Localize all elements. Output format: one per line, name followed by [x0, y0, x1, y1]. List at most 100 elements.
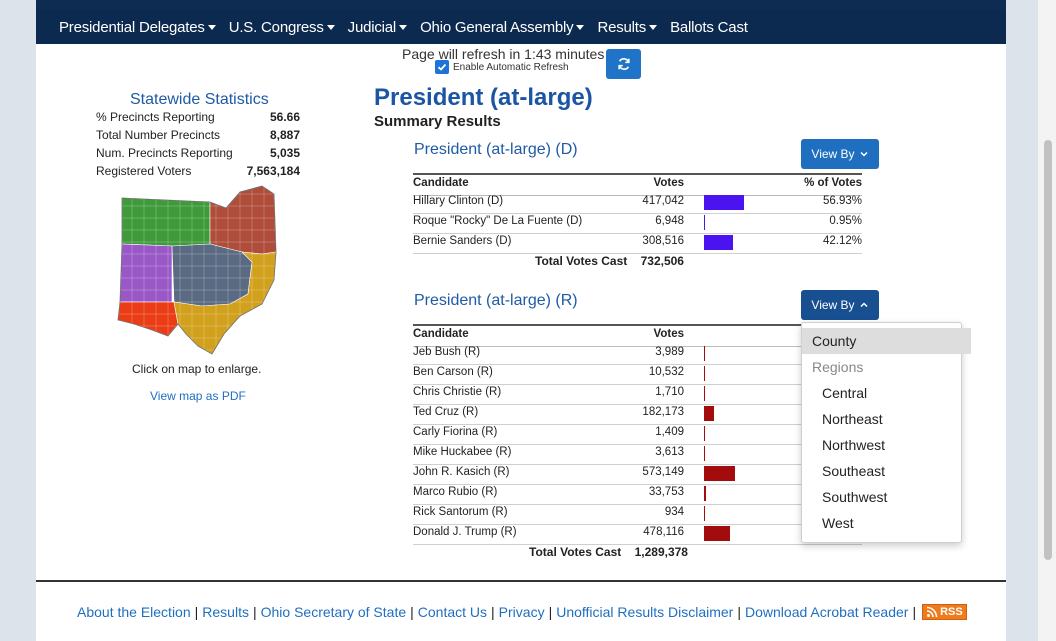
- candidate-pct: 42.12%: [822, 235, 862, 247]
- candidate-votes: 182,173: [642, 406, 684, 418]
- nav-item-label: Judicial: [347, 18, 397, 36]
- caret-down-icon: [649, 24, 658, 30]
- nav-item-ohio-general-assembly[interactable]: Ohio General Assembly: [420, 19, 585, 36]
- candidate-name: Bernie Sanders (D): [413, 235, 512, 247]
- rep-total-value: 1,289,378: [634, 545, 688, 559]
- footer-separator: |: [252, 604, 257, 620]
- nav-item-judicial[interactable]: Judicial: [347, 18, 408, 36]
- candidate-name: Ben Carson (R): [413, 366, 493, 378]
- footer-separator: |: [491, 604, 495, 620]
- view-by-dropdown-menu: County Regions Central Northeast Northwest So…: [801, 322, 971, 543]
- dropdown-group-header: Regions: [812, 359, 864, 375]
- rss-label: RSS: [940, 606, 963, 618]
- footer-link[interactable]: Ohio Secretary of State: [261, 604, 407, 620]
- scrollbar-thumb[interactable]: [1044, 140, 1052, 560]
- candidate-name: Ted Cruz (R): [413, 406, 479, 418]
- map-region-southwest[interactable]: [117, 301, 179, 337]
- vote-share-bar: [704, 406, 714, 421]
- candidate-header: Candidate: [413, 328, 469, 340]
- footer-separator: |: [912, 604, 917, 620]
- vote-share-bar: [704, 506, 705, 521]
- dropdown-option-northwest[interactable]: Northwest: [802, 432, 981, 458]
- candidate-votes: 3,613: [655, 446, 684, 458]
- rep-total: Total Votes Cast 1,289,378: [529, 545, 688, 559]
- stats-row: % Precincts Reporting 56.66: [96, 110, 300, 124]
- caret-down-icon: [207, 24, 216, 30]
- footer-link[interactable]: Results: [202, 604, 249, 620]
- candidate-name: Hillary Clinton (D): [413, 195, 504, 207]
- nav-item-u-s-congress[interactable]: U.S. Congress: [229, 19, 335, 36]
- dropdown-option-northeast[interactable]: Northeast: [802, 406, 981, 432]
- top-strip: [36, 0, 1006, 10]
- dropdown-option-central[interactable]: Central: [802, 380, 981, 406]
- footer-link[interactable]: About the Election: [77, 604, 191, 620]
- table-row: Rick Santorum (R) 934: [413, 504, 862, 525]
- stats-value: 56.66: [269, 110, 300, 124]
- nav-item-results[interactable]: Results: [597, 19, 658, 36]
- footer-separator: |: [410, 604, 414, 620]
- refresh-button[interactable]: [606, 49, 641, 79]
- nav-item-presidential-delegates[interactable]: Presidential Delegates: [59, 19, 216, 36]
- vote-share-bar: [704, 215, 705, 230]
- stats-value: 5,035: [269, 146, 300, 160]
- table-row: Ben Carson (R) 10,532: [413, 364, 862, 385]
- main-nav: Presidential Delegates U.S. Congress Judic…: [36, 10, 1006, 44]
- footer-divider: [36, 580, 1006, 582]
- votes-header: Votes: [653, 328, 684, 340]
- refresh-icon: [617, 58, 630, 70]
- table-row: Hillary Clinton (D) 417,042 56.93%: [413, 193, 862, 214]
- caret-down-icon: [576, 24, 585, 30]
- candidate-header: Candidate: [413, 177, 469, 189]
- rep-view-by-button[interactable]: View By: [801, 290, 879, 320]
- dem-view-by-button[interactable]: View By: [801, 139, 879, 169]
- candidate-name: Mike Huckabee (R): [413, 446, 512, 458]
- rep-section-title: President (at-large) (R): [414, 292, 578, 309]
- footer-link[interactable]: Download Acrobat Reader: [745, 604, 908, 620]
- vote-share-bar: [704, 235, 733, 250]
- candidate-votes: 1,409: [655, 426, 684, 438]
- footer-link[interactable]: Privacy: [499, 604, 545, 620]
- map-region-northeast[interactable]: [209, 185, 277, 255]
- summary-heading: Summary Results: [374, 113, 501, 130]
- nav-item-ballots-cast[interactable]: Ballots Cast: [670, 19, 748, 36]
- candidate-votes: 6,948: [655, 215, 684, 227]
- table-row: Marco Rubio (R) 33,753: [413, 484, 862, 505]
- vote-share-bar: [704, 195, 744, 210]
- page-title: President (at-large): [374, 84, 593, 111]
- footer-links: About the Election | Results | Ohio Secretar…: [77, 604, 967, 620]
- map-region-northwest[interactable]: [121, 197, 211, 247]
- ohio-county-map[interactable]: [112, 184, 282, 359]
- votes-header: Votes: [653, 177, 684, 189]
- pct-header: % of Votes: [804, 177, 862, 189]
- table-row: Donald J. Trump (R) 478,116: [413, 524, 862, 545]
- stats-label: % Precincts Reporting: [96, 110, 215, 124]
- dropdown-option-southeast[interactable]: Southeast: [802, 458, 981, 484]
- view-by-label: View By: [811, 298, 855, 312]
- candidate-name: Donald J. Trump (R): [413, 526, 517, 538]
- dropdown-option-west[interactable]: West: [802, 510, 981, 536]
- vote-share-bar: [704, 526, 730, 541]
- candidate-votes: 308,516: [642, 235, 684, 247]
- candidate-votes: 10,532: [648, 366, 684, 378]
- nav-item-label: Presidential Delegates: [59, 18, 205, 36]
- map-pdf-link[interactable]: View map as PDF: [150, 389, 246, 403]
- caret-down-icon: [326, 24, 335, 30]
- rss-icon: [926, 606, 938, 618]
- map-region-west[interactable]: [119, 243, 173, 303]
- dropdown-option-southwest[interactable]: Southwest: [802, 484, 981, 510]
- ohio-map-graphic[interactable]: [112, 184, 282, 359]
- dem-total-value: 732,506: [640, 254, 684, 268]
- auto-refresh-toggle[interactable]: Enable Automatic Refresh: [435, 60, 569, 74]
- dropdown-option-county[interactable]: County: [802, 328, 971, 354]
- candidate-pct: 0.95%: [829, 215, 862, 227]
- table-row: Ted Cruz (R) 182,173: [413, 404, 862, 425]
- footer-link[interactable]: Unofficial Results Disclaimer: [556, 604, 733, 620]
- candidate-name: Marco Rubio (R): [413, 486, 498, 498]
- candidate-name: Chris Christie (R): [413, 386, 502, 398]
- table-row: Jeb Bush (R) 3,989: [413, 344, 862, 365]
- rss-feed-link[interactable]: RSS: [922, 604, 967, 620]
- checkbox-checked-icon[interactable]: [435, 60, 449, 74]
- table-row: John R. Kasich (R) 573,149: [413, 464, 862, 485]
- vote-share-bar: [704, 486, 706, 501]
- footer-link[interactable]: Contact Us: [418, 604, 487, 620]
